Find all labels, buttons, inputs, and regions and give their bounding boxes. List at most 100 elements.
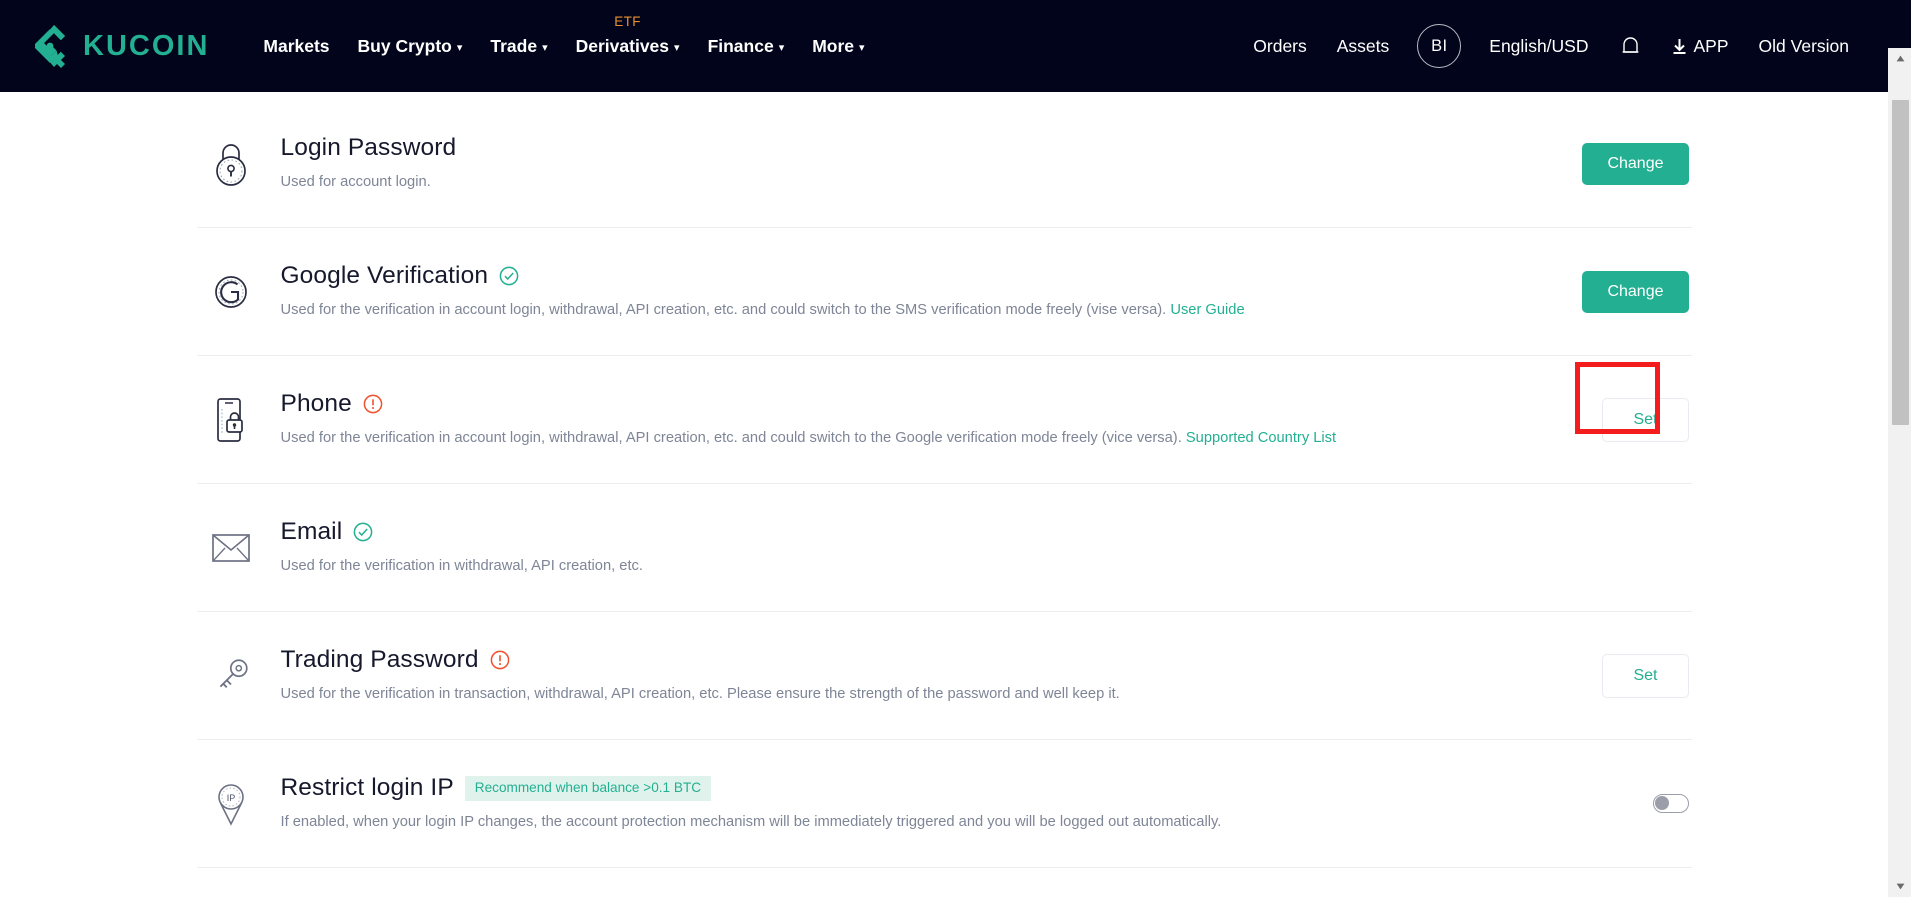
user-guide-link[interactable]: User Guide (1170, 302, 1244, 318)
supported-country-list-link[interactable]: Supported Country List (1186, 430, 1336, 446)
google-authenticator-icon (200, 269, 262, 315)
table-row: Email Used for the verification in withd… (196, 484, 1692, 612)
row-title-line: Trading Password (280, 645, 1539, 674)
nav-item-markets-label: Markets (263, 35, 330, 56)
recommendation-badge: Recommend when balance >0.1 BTC (464, 775, 712, 801)
phone-lock-icon (200, 396, 262, 444)
row-title: Login Password (280, 133, 457, 161)
svg-text:IP: IP (226, 793, 235, 803)
row-content: Restrict login IP Recommend when balance… (280, 773, 1539, 833)
envelope-icon (200, 531, 262, 565)
row-title-line: Email (281, 518, 1539, 546)
padlock-icon (200, 140, 262, 188)
caret-up-icon (1896, 55, 1905, 62)
scrollbar-down-arrow[interactable] (1889, 876, 1911, 897)
row-content: Email Used for the verification in withd… (280, 518, 1539, 577)
chevron-down-icon: ▾ (674, 41, 680, 54)
row-title-line: Restrict login IP Recommend when balance… (280, 773, 1539, 802)
nav-item-trade[interactable]: Trade ▾ (476, 0, 561, 92)
table-row: Trading Password Used for the verificati… (196, 612, 1692, 740)
row-description-text: Used for the verification in account log… (280, 429, 1182, 446)
row-title-line: Phone (281, 390, 1539, 418)
change-login-password-button[interactable]: Change (1582, 142, 1689, 185)
table-row: IP Restrict login IP Recommend when bala… (196, 740, 1692, 868)
etf-tag-label: ETF (614, 14, 641, 29)
nav-item-more-label: More (812, 35, 855, 56)
chevron-down-icon: ▾ (859, 41, 865, 54)
main-navigation: Markets Buy Crypto ▾ Trade ▾ ETF Derivat… (249, 0, 878, 92)
ip-pin-glyph: IP (217, 783, 244, 826)
scrollbar-thumb[interactable] (1892, 100, 1909, 425)
row-description-text: Used for the verification in withdrawal,… (280, 557, 643, 574)
nav-item-buy-crypto-label: Buy Crypto (357, 35, 452, 56)
padlock-glyph (215, 143, 246, 186)
row-content: Trading Password Used for the verificati… (280, 645, 1539, 705)
row-title-line: Login Password (280, 133, 1539, 162)
nav-item-markets[interactable]: Markets (249, 0, 343, 92)
caret-down-icon (1896, 883, 1905, 890)
row-description: Used for account login. (281, 172, 1539, 193)
nav-item-trade-label: Trade (490, 35, 538, 56)
notification-bell-icon[interactable] (1604, 35, 1657, 58)
row-description-text: Used for account login. (280, 173, 431, 190)
verified-check-icon (353, 522, 373, 542)
restrict-login-ip-toggle[interactable] (1652, 794, 1689, 813)
bell-glyph (1622, 36, 1638, 53)
scrollbar-top-dark-corner (1888, 0, 1911, 48)
nav-item-finance-label: Finance (707, 35, 774, 56)
table-row: Google Verification Used for the verific… (196, 228, 1692, 356)
row-description-text: Used for the verification in transaction… (280, 685, 1120, 702)
row-description-text: If enabled, when your login IP changes, … (280, 813, 1222, 830)
nav-item-buy-crypto[interactable]: Buy Crypto ▾ (344, 0, 477, 92)
header-right-group: Orders Assets BI English/USD APP Old Ver… (1238, 24, 1888, 68)
row-content: Login Password Used for account login. (280, 133, 1539, 193)
kucoin-logo-mark (35, 25, 65, 68)
row-title: Google Verification (280, 261, 489, 289)
nav-item-finance[interactable]: Finance ▾ (694, 0, 799, 92)
row-action: Change (1539, 270, 1689, 313)
set-phone-button[interactable]: Set (1602, 397, 1689, 442)
verified-check-icon (499, 266, 519, 286)
language-currency-selector[interactable]: English/USD (1474, 36, 1603, 57)
assets-link[interactable]: Assets (1322, 36, 1405, 57)
row-title: Restrict login IP (280, 773, 454, 801)
change-google-verification-button[interactable]: Change (1582, 270, 1689, 313)
orders-link[interactable]: Orders (1238, 36, 1321, 57)
row-action (1539, 794, 1689, 813)
download-icon (1673, 38, 1685, 54)
chevron-down-icon: ▾ (778, 41, 785, 54)
table-row: Email Safety Phrase (197, 868, 1692, 897)
set-trading-password-button[interactable]: Set (1602, 653, 1689, 698)
row-description-text: Used for the verification in account log… (280, 301, 1167, 318)
nav-item-derivatives-label: Derivatives (575, 35, 670, 56)
download-app-label: APP (1693, 35, 1729, 56)
row-description: Used for the verification in account log… (281, 300, 1539, 321)
envelope-glyph (211, 533, 250, 562)
warning-exclamation-icon (363, 394, 383, 414)
row-content: Google Verification Used for the verific… (280, 261, 1539, 321)
row-title: Trading Password (280, 645, 479, 673)
table-row: Login Password Used for account login. C… (196, 100, 1692, 228)
key-glyph (219, 658, 248, 688)
page-scrollbar[interactable] (1888, 0, 1911, 897)
download-app-link[interactable]: APP (1657, 36, 1744, 57)
avatar[interactable]: BI (1417, 24, 1462, 68)
kucoin-logo-text: KUCOIN (83, 29, 210, 62)
table-row: Phone Used for the verification in accou… (196, 356, 1692, 484)
row-action: Set (1539, 361, 1689, 442)
google-authenticator-glyph (214, 275, 247, 308)
chevron-down-icon: ▾ (456, 41, 463, 54)
old-version-link[interactable]: Old Version (1744, 36, 1864, 57)
nav-item-more[interactable]: More ▾ (798, 0, 878, 92)
ip-pin-icon: IP (200, 780, 262, 828)
row-description: Used for the verification in transaction… (281, 684, 1539, 705)
row-description: If enabled, when your login IP changes, … (281, 812, 1539, 833)
nav-item-derivatives[interactable]: ETF Derivatives ▾ (562, 0, 694, 92)
site-header: KUCOIN Markets Buy Crypto ▾ Trade ▾ ETF … (0, 0, 1888, 92)
warning-exclamation-icon (490, 650, 509, 670)
scrollbar-up-arrow[interactable] (1889, 48, 1911, 69)
toggle-knob (1655, 796, 1669, 810)
kucoin-logo[interactable]: KUCOIN (28, 24, 209, 68)
chevron-down-icon: ▾ (542, 41, 548, 54)
row-action: Set (1539, 653, 1689, 698)
